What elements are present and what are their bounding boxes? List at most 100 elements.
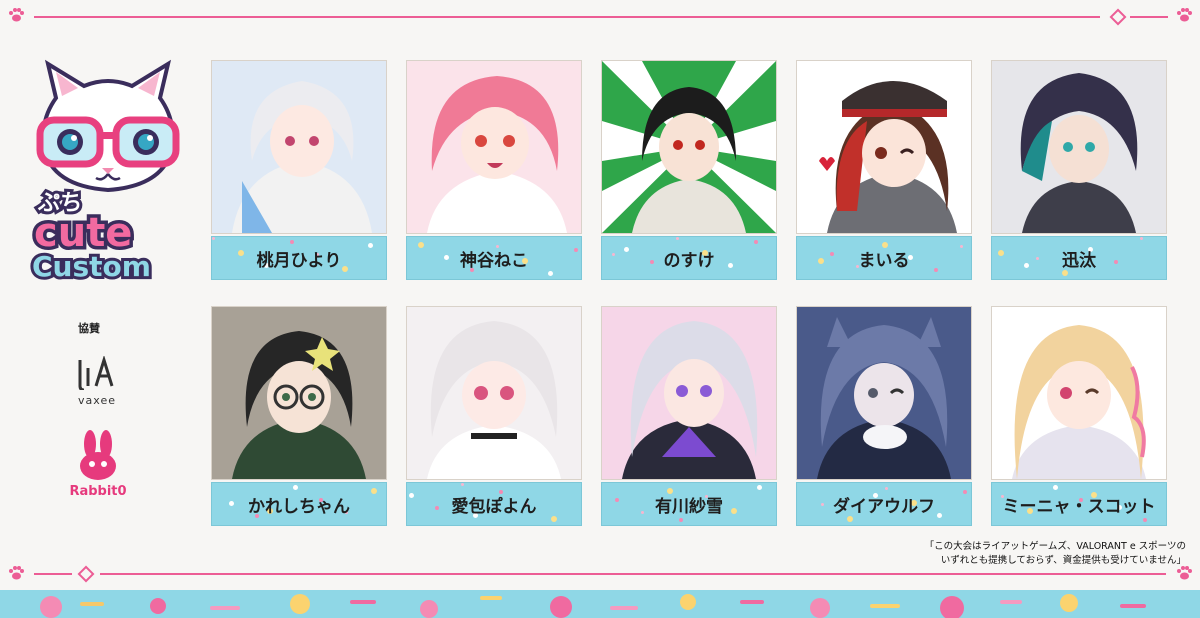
confetti-dot [461,483,464,486]
player-name: 有川紗雪 [655,496,723,517]
confetti-dot [1143,518,1147,522]
vaxee-logo [78,354,114,392]
confetti-dot [1140,237,1143,240]
player-card: 愛包ぽよん [406,306,582,528]
player-portrait [211,306,387,480]
event-logo: ぷち cute Custom [26,58,190,288]
footer-candy-band [0,590,1200,618]
player-card: のすけ [601,60,777,282]
player-portrait [991,60,1167,234]
confetti-dot [371,488,377,494]
disclaimer: 「この大会はライアットゲームズ、VALORANT e スポーツの いずれとも提携… [880,540,1186,568]
player-card: かれしちゃん [211,306,387,528]
player-name: のすけ [663,250,715,271]
player-card: ダイアウルフ [796,306,972,528]
candy-pattern [1000,600,1022,604]
player-name: 迅汰 [1062,250,1096,271]
player-name-bar: 神谷ねこ [406,236,582,280]
confetti-dot [615,498,619,502]
candy-pattern [350,600,376,604]
player-card: 有川紗雪 [601,306,777,528]
confetti-dot [1053,485,1058,490]
confetti-dot [998,250,1004,256]
player-portrait [601,306,777,480]
player-card: 迅汰 [991,60,1167,282]
confetti-dot [676,237,679,240]
player-name: ミーニャ・スコット [1002,496,1156,517]
confetti-dot [409,493,414,498]
player-name-bar: ミーニャ・スコット [991,482,1167,526]
confetti-dot [548,271,553,276]
candy-pattern [150,598,166,614]
confetti-dot [650,260,654,264]
confetti-dot [847,516,853,522]
confetti-dot [1114,260,1118,264]
player-name: 神谷ねこ [460,250,528,271]
player-name-bar: 有川紗雪 [601,482,777,526]
candy-pattern [680,594,696,610]
rabbit-logo [80,430,116,480]
confetti-dot [818,258,824,264]
candy-pattern [480,596,502,600]
confetti-dot [885,487,888,490]
rabbit0-sponsor: Rabbit0 [62,430,134,499]
player-portrait [991,306,1167,480]
confetti-dot [368,243,373,248]
confetti-dot [757,485,762,490]
player-name-bar: のすけ [601,236,777,280]
player-name: 桃月ひより [256,250,342,271]
player-name: かれしちゃん [248,496,350,517]
player-name-bar: ダイアウルフ [796,482,972,526]
confetti-dot [731,508,737,514]
confetti-dot [574,248,578,252]
player-name-bar: 桃月ひより [211,236,387,280]
candy-pattern [550,596,572,618]
confetti-dot [444,255,449,260]
vaxee-brand-text: vaxee [78,394,116,407]
confetti-dot [830,252,834,256]
confetti-dot [212,237,215,240]
confetti-dot [754,240,758,244]
bottom-border-line [100,573,1166,575]
logo-text-custom: Custom [32,250,151,283]
player-portrait [211,60,387,234]
candy-pattern [940,596,964,618]
confetti-dot [290,240,294,244]
candy-pattern [290,594,310,614]
confetti-dot [624,247,629,252]
player-portrait [796,60,972,234]
confetti-dot [641,511,644,514]
paw-icon [9,8,24,22]
vaxee-sponsor: vaxee [70,354,124,407]
player-name: 愛包ぽよん [451,496,537,517]
bottom-border-diamond [77,565,95,583]
player-portrait [601,60,777,234]
disclaimer-line-2: いずれとも提携しておらず、資金提供も受けていません」 [940,555,1186,566]
confetti-dot [1024,263,1029,268]
player-name: ダイアウルフ [833,496,935,517]
cat-glasses-logo: ぷち cute Custom [29,59,180,286]
bottom-border-line-start [34,573,72,575]
candy-pattern [870,604,900,608]
candy-pattern [40,596,62,618]
confetti-dot [1036,257,1039,260]
confetti-dot [934,268,938,272]
candy-pattern [1060,594,1078,612]
confetti-dot [229,501,234,506]
confetti-dot [551,516,557,522]
candy-pattern [740,600,764,604]
confetti-dot [960,245,963,248]
top-border-diamond [1109,8,1127,26]
player-portrait [796,306,972,480]
player-card: 神谷ねこ [406,60,582,282]
candy-pattern [420,600,438,618]
confetti-dot [342,266,348,272]
player-card: ミーニャ・スコット [991,306,1167,528]
disclaimer-line-1: 「この大会はライアットゲームズ、VALORANT e スポーツの [924,541,1186,552]
confetti-dot [612,253,615,256]
sponsor-label: 協賛 [78,322,100,335]
candy-pattern [80,602,104,606]
confetti-dot [821,503,824,506]
top-border-line [34,16,1100,18]
confetti-dot [963,490,967,494]
